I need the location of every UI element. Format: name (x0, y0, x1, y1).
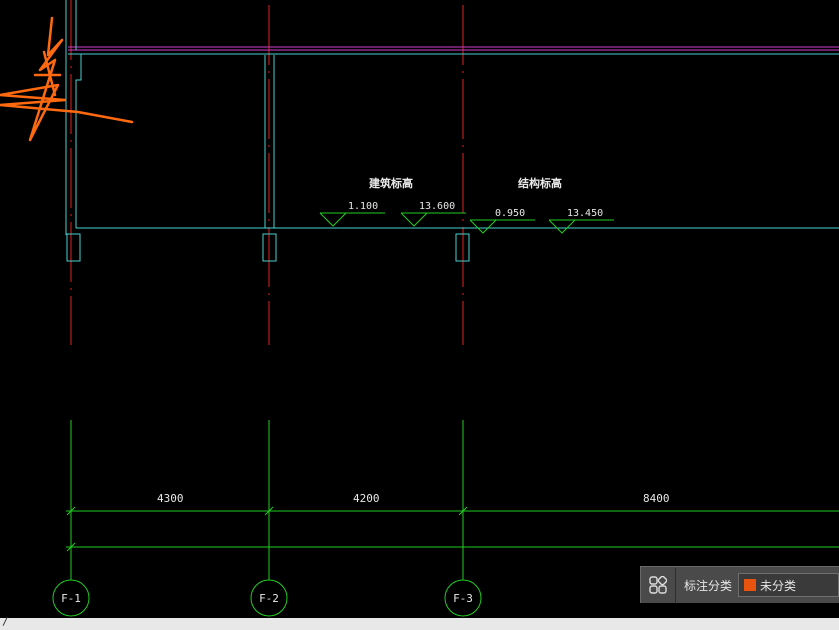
axis-label: F-3 (453, 592, 473, 605)
command-line[interactable]: / (0, 615, 839, 630)
cad-drawing-canvas[interactable]: 建筑标高 结构标高 1.100 13.600 0.950 13.450 4300… (0, 0, 839, 618)
elevation-value: 13.600 (419, 201, 455, 212)
category-value: 未分类 (760, 578, 797, 593)
dimension-value: 4300 (157, 492, 184, 505)
building-elevation-label: 建筑标高 (369, 176, 413, 190)
beam-lines (68, 46, 839, 55)
dimension-value: 4200 (353, 492, 380, 505)
annotation-category-panel: 标注分类 未分类 (640, 566, 839, 603)
grid-settings-icon[interactable] (641, 567, 676, 603)
dimension-lines (66, 506, 839, 552)
category-select[interactable]: 未分类 (738, 573, 839, 597)
wall-outlines (65, 0, 839, 262)
axis-label: F-2 (259, 592, 279, 605)
elevation-value: 13.450 (567, 208, 603, 219)
axis-extension-lines (70, 420, 464, 580)
elevation-value: 0.950 (495, 208, 525, 219)
command-prompt: / (2, 615, 9, 628)
elevation-value: 1.100 (348, 201, 378, 212)
axis-label: F-1 (61, 592, 81, 605)
axis-lines (70, 0, 464, 345)
category-color-swatch (744, 579, 757, 591)
structure-elevation-label: 结构标高 (517, 176, 562, 190)
annotation-category-label: 标注分类 (684, 578, 733, 593)
dimension-value: 8400 (643, 492, 670, 505)
